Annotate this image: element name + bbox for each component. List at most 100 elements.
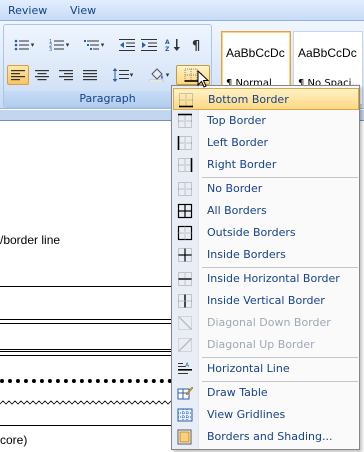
menu-item-outside-borders[interactable]: Outside Borders — [173, 222, 359, 244]
multilevel-list-icon — [83, 38, 100, 52]
menu-item-horizontal-line[interactable]: A Horizontal Line — [173, 358, 359, 380]
border-single-line — [0, 425, 172, 426]
menu-item-label: Inside Borders — [207, 248, 286, 261]
bullets-button[interactable]: ▾ — [7, 35, 41, 55]
tab-review[interactable]: Review — [8, 4, 47, 17]
menu-item-draw-table[interactable]: Draw Table — [173, 382, 359, 404]
document-text-line: /border line — [0, 233, 61, 247]
chevron-down-icon: ▾ — [100, 41, 105, 49]
menu-item-view-gridlines[interactable]: View Gridlines — [173, 404, 359, 426]
menu-item-inside-horizontal-border[interactable]: Inside Horizontal Border — [173, 268, 359, 290]
align-right-icon — [59, 69, 73, 81]
svg-text:¶: ¶ — [192, 39, 200, 52]
menu-item-borders-and-shading[interactable]: Borders and Shading... — [173, 426, 359, 448]
align-left-button[interactable] — [7, 65, 29, 85]
align-left-icon — [11, 69, 25, 81]
chevron-down-icon: ▾ — [65, 41, 70, 49]
menu-item-label: Bottom Border — [208, 93, 289, 106]
menu-item-label: Draw Table — [207, 386, 268, 399]
menu-item-label: Horizontal Line — [207, 362, 290, 375]
border-single-line-bottom — [0, 323, 172, 324]
menu-item-no-border[interactable]: No Border — [173, 178, 359, 200]
menu-item-all-borders[interactable]: All Borders — [173, 200, 359, 222]
shading-button[interactable]: ▾ — [142, 65, 176, 85]
menu-item-bottom-border[interactable]: Bottom Border — [173, 88, 359, 110]
menu-item-inside-vertical-border[interactable]: Inside Vertical Border — [173, 290, 359, 312]
menu-item-right-border[interactable]: Right Border — [173, 154, 359, 176]
numbering-icon: 123 — [49, 38, 65, 52]
bullets-icon — [14, 38, 30, 52]
svg-text:A: A — [165, 39, 170, 46]
outside-borders-icon — [176, 225, 194, 241]
borders-shading-icon — [176, 429, 194, 445]
inside-vertical-border-icon — [176, 293, 194, 309]
decrease-indent-icon — [119, 38, 135, 52]
menu-item-top-border[interactable]: Top Border — [173, 110, 359, 132]
menu-item-label: Inside Horizontal Border — [207, 272, 340, 285]
align-right-button[interactable] — [55, 65, 77, 85]
menu-item-label: Borders and Shading... — [207, 430, 333, 443]
borders-icon — [184, 68, 198, 82]
mouse-pointer-icon — [197, 70, 209, 88]
draw-table-icon — [176, 385, 194, 401]
menu-item-label: No Border — [207, 182, 263, 195]
justify-button[interactable] — [79, 65, 101, 85]
show-marks-button[interactable]: ¶ — [186, 35, 208, 55]
center-icon — [35, 69, 49, 81]
ribbon-tab-bar: Review View — [0, 0, 364, 21]
all-borders-icon — [176, 203, 194, 219]
numbering-button[interactable]: 123 ▾ — [42, 35, 76, 55]
tab-view[interactable]: View — [70, 4, 96, 17]
inside-horizontal-border-icon — [176, 271, 194, 287]
line-spacing-button[interactable]: ▾ — [106, 65, 140, 85]
chevron-down-icon: ▾ — [30, 41, 35, 49]
svg-text:A: A — [185, 362, 190, 369]
decrease-indent-button[interactable] — [116, 35, 138, 55]
svg-text:Z: Z — [165, 46, 170, 52]
menu-item-label: Left Border — [207, 136, 269, 149]
shading-icon — [148, 68, 165, 82]
bottom-border-icon — [177, 92, 195, 108]
border-single-line — [0, 286, 172, 287]
inside-borders-icon — [176, 247, 194, 263]
menu-item-label: All Borders — [207, 204, 267, 217]
menu-item-left-border[interactable]: Left Border — [173, 132, 359, 154]
sort-button[interactable]: AZ — [162, 35, 184, 55]
multilevel-list-button[interactable]: ▾ — [77, 35, 111, 55]
style-sample-text: AaBbCcDc — [226, 46, 285, 60]
chevron-down-icon: ▾ — [165, 71, 170, 79]
line-spacing-icon — [112, 68, 129, 82]
border-thin-line — [0, 355, 172, 356]
border-wavy-line — [0, 400, 172, 405]
left-border-icon — [176, 135, 194, 151]
menu-item-inside-borders[interactable]: Inside Borders — [173, 244, 359, 266]
style-sample-text: AaBbCcDc — [298, 46, 357, 60]
chevron-down-icon: ▾ — [129, 71, 134, 79]
center-button[interactable] — [31, 65, 53, 85]
increase-indent-button[interactable] — [138, 35, 160, 55]
right-border-icon — [176, 157, 194, 173]
document-text-line: core) — [0, 433, 28, 447]
border-single-line-top — [0, 319, 172, 320]
menu-item-label: Inside Vertical Border — [207, 294, 325, 307]
sort-icon: AZ — [165, 38, 181, 52]
borders-dropdown-menu: Bottom Border Top Border Left Border Rig… — [171, 85, 360, 450]
border-dotted-line — [0, 379, 172, 383]
menu-item-diagonal-up-border: Diagonal Up Border — [173, 334, 359, 356]
menu-item-label: Outside Borders — [207, 226, 296, 239]
menu-item-label: Diagonal Up Border — [207, 338, 315, 351]
svg-text:3: 3 — [49, 47, 52, 52]
pilcrow-icon: ¶ — [189, 38, 205, 52]
justify-icon — [83, 69, 97, 81]
increase-indent-icon — [141, 38, 157, 52]
top-border-icon — [176, 113, 194, 129]
menu-item-label: Top Border — [207, 114, 266, 127]
menu-item-diagonal-down-border: Diagonal Down Border — [173, 312, 359, 334]
no-border-icon — [176, 181, 194, 197]
horizontal-line-icon: A — [176, 361, 194, 377]
menu-item-label: Diagonal Down Border — [207, 316, 331, 329]
border-double-line — [0, 349, 172, 354]
diagonal-down-border-icon — [176, 315, 194, 331]
menu-item-label: View Gridlines — [207, 408, 286, 421]
view-gridlines-icon — [176, 407, 194, 423]
